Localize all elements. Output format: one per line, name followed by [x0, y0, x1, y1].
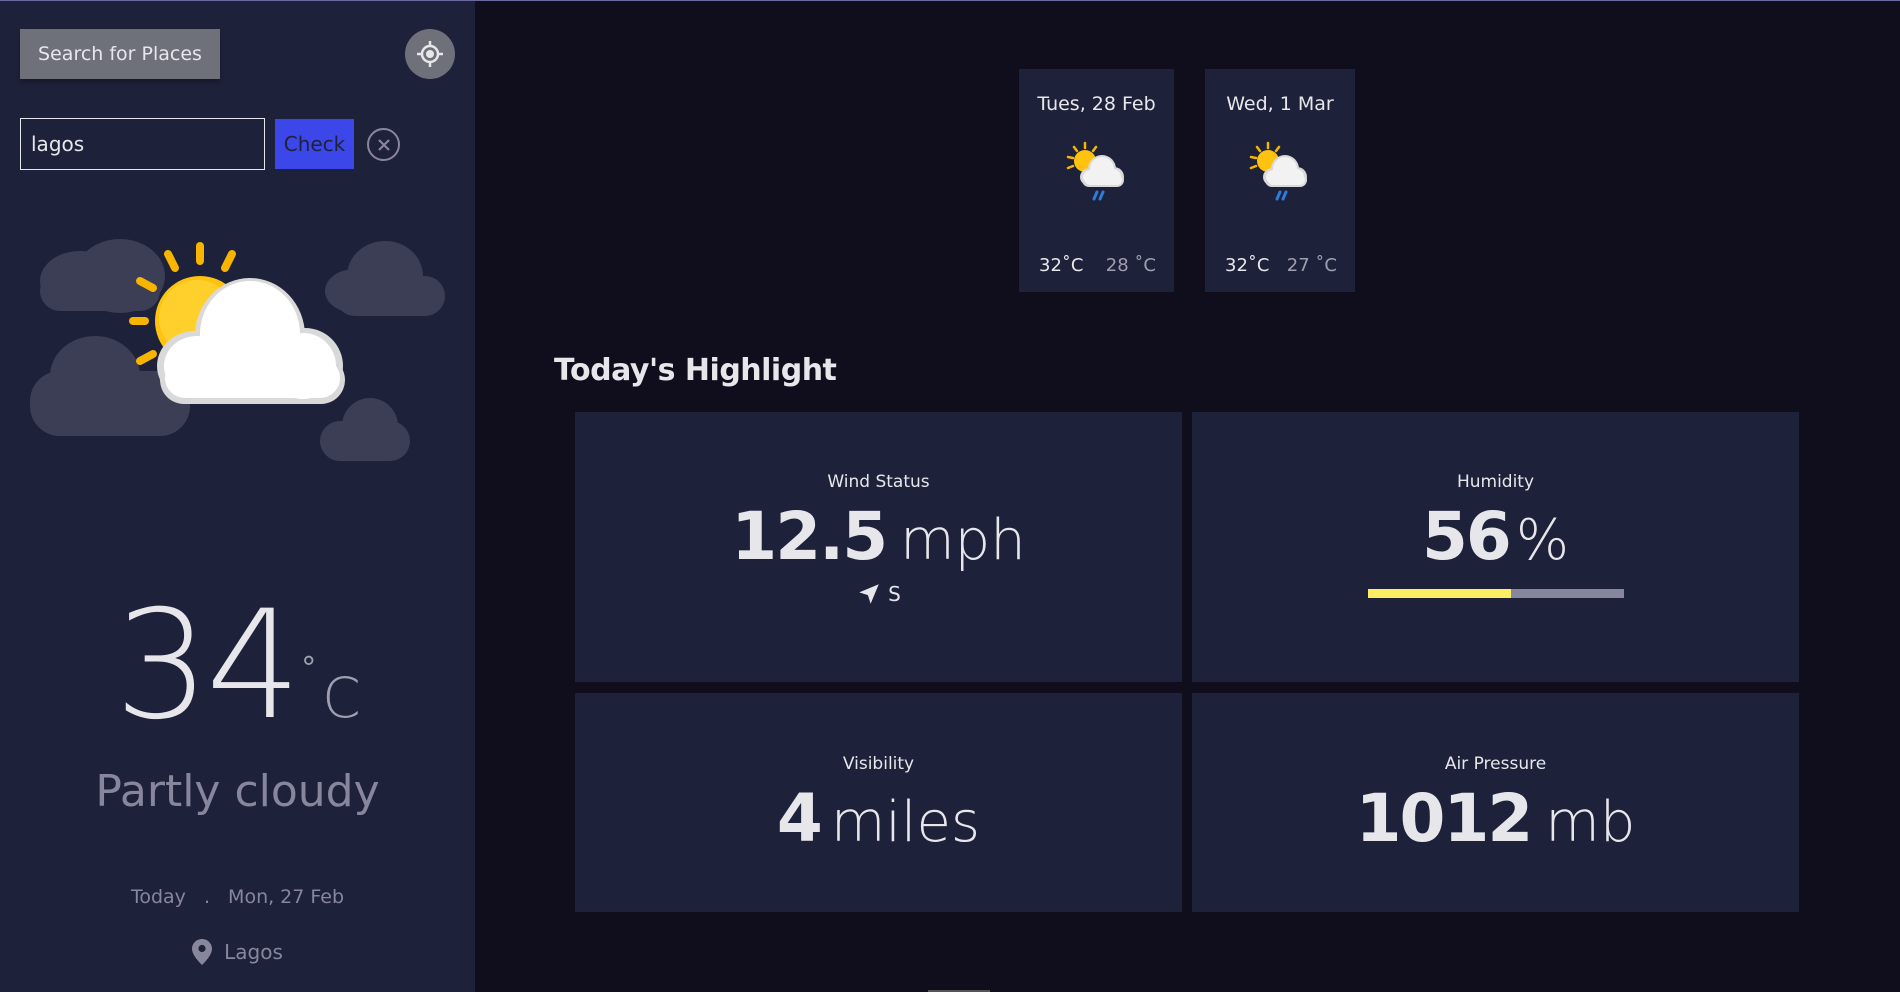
- date-value: Mon, 27 Feb: [228, 886, 345, 908]
- search-input[interactable]: [20, 118, 265, 170]
- wind-status-label: Wind Status: [827, 472, 930, 492]
- locate-button[interactable]: [405, 29, 455, 79]
- humidity-progress-bar: [1367, 589, 1624, 598]
- current-location: Lagos: [0, 939, 475, 965]
- forecast-date: Tues, 28 Feb: [1037, 93, 1156, 115]
- air-pressure-card: Air Pressure 1012 mb: [1192, 693, 1799, 912]
- sun-cloud-rain-icon: [1066, 141, 1124, 201]
- visibility-card: Visibility 4 miles: [575, 693, 1182, 912]
- wind-speed-unit: mph: [900, 508, 1026, 573]
- wind-direction-value: S: [888, 582, 901, 606]
- visibility-value: 4: [776, 780, 823, 857]
- map-pin-icon: [192, 939, 213, 965]
- current-temperature: 34 ° C: [0, 591, 475, 741]
- date-today-label: Today: [130, 886, 186, 908]
- visibility-unit: miles: [830, 790, 981, 855]
- clear-search-button[interactable]: [367, 128, 400, 161]
- forecast-date: Wed, 1 Mar: [1226, 93, 1334, 115]
- search-places-button[interactable]: Search for Places: [20, 29, 220, 79]
- sun-cloud-rain-icon: [1249, 141, 1307, 201]
- degree-symbol: °: [301, 651, 317, 686]
- check-button[interactable]: Check: [275, 119, 354, 169]
- date-separator: .: [203, 886, 210, 908]
- current-date: Today . Mon, 27 Feb: [0, 886, 475, 908]
- wind-status-card: Wind Status 12.5 mph S: [575, 412, 1182, 682]
- air-pressure-label: Air Pressure: [1444, 754, 1547, 774]
- wind-direction: S: [575, 581, 1182, 607]
- humidity-card: Humidity 56 %: [1192, 412, 1799, 682]
- forecast-min-temp: 28 ˚C: [1105, 255, 1156, 276]
- close-circle-icon: [377, 138, 390, 151]
- humidity-progress-fill: [1367, 589, 1511, 598]
- navigation-arrow-icon: [859, 584, 879, 604]
- temperature-unit: C: [322, 666, 361, 730]
- wind-speed-value: 12.5: [731, 498, 888, 575]
- visibility-value-row: 4 miles: [575, 780, 1182, 857]
- humidity-label: Humidity: [1456, 472, 1535, 492]
- forecast-max-temp: 32˚C: [1039, 255, 1084, 276]
- temperature-value: 34: [114, 579, 301, 753]
- partly-cloudy-illustration: [30, 239, 445, 461]
- location-name: Lagos: [224, 940, 283, 964]
- forecast-card: Wed, 1 Mar 32˚C 27 ˚C: [1205, 69, 1355, 292]
- wind-value-row: 12.5 mph: [575, 498, 1182, 575]
- forecast-max-temp: 32˚C: [1225, 255, 1270, 276]
- humidity-unit: %: [1515, 508, 1570, 573]
- forecast-card: Tues, 28 Feb 32˚C 28 ˚C: [1019, 69, 1174, 292]
- air-pressure-value: 1012: [1355, 780, 1534, 857]
- crosshair-icon: [417, 41, 443, 67]
- forecast-temperatures: 32˚C 28 ˚C: [1039, 255, 1156, 276]
- visibility-label: Visibility: [842, 754, 915, 774]
- humidity-value-row: 56 %: [1192, 498, 1799, 575]
- highlights-title: Today's Highlight: [554, 353, 837, 388]
- air-pressure-unit: mb: [1545, 790, 1636, 855]
- air-pressure-value-row: 1012 mb: [1192, 780, 1799, 857]
- forecast-min-temp: 27 ˚C: [1286, 255, 1337, 276]
- weather-condition: Partly cloudy: [95, 766, 380, 817]
- sidebar: Search for Places Check: [0, 1, 475, 992]
- humidity-value: 56: [1421, 498, 1512, 575]
- forecast-temperatures: 32˚C 27 ˚C: [1225, 255, 1337, 276]
